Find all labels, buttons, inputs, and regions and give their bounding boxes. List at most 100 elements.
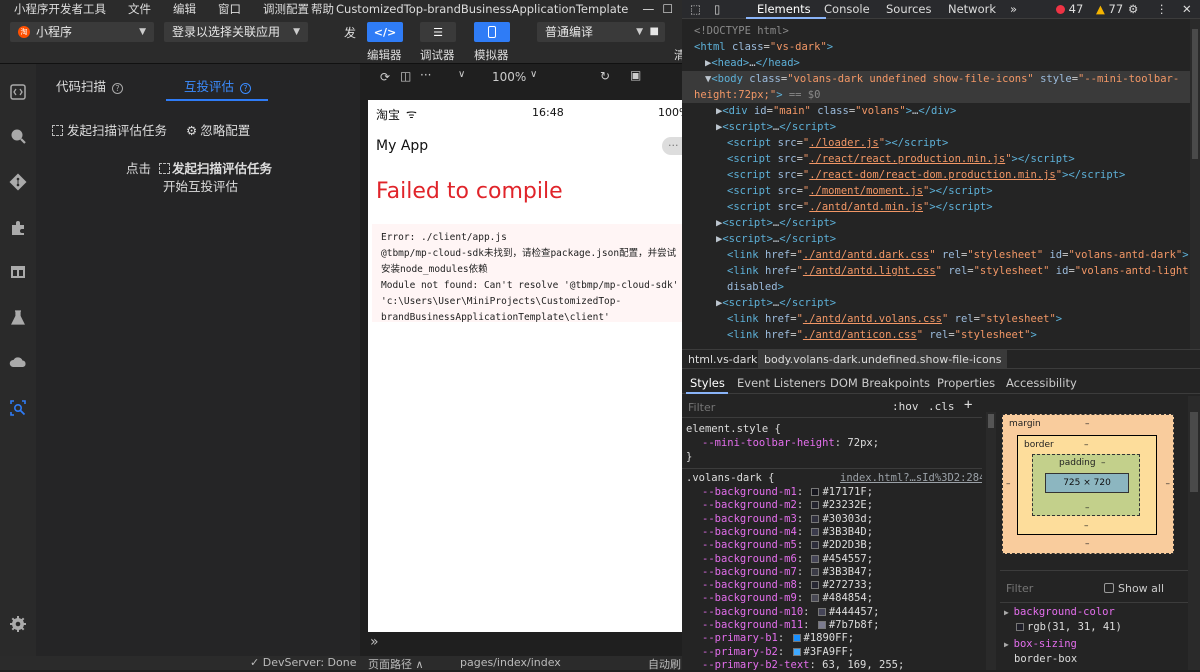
box-pane-scrollbar[interactable] xyxy=(1188,396,1200,670)
color-swatch[interactable] xyxy=(811,527,820,536)
css-variable[interactable]: --background-m2: #23232E; xyxy=(702,499,873,512)
menu-settings[interactable]: 调测配置 xyxy=(263,1,309,17)
dom-node-line[interactable]: <html class="vs-dark"> xyxy=(682,39,1190,55)
chevron-down-icon[interactable]: ∨ xyxy=(458,69,465,80)
checkbox[interactable] xyxy=(1104,583,1114,593)
css-variable[interactable]: --primary-b2: #3FA9FF; xyxy=(702,646,854,659)
refresh-icon[interactable]: ↻ xyxy=(600,69,610,83)
style-property[interactable]: --mini-toolbar-height: 72px; xyxy=(702,437,879,450)
css-variable[interactable]: --background-m5: #2D2D3B; xyxy=(702,539,873,552)
gear-icon[interactable]: ⚙ xyxy=(1128,2,1138,16)
start-scan-action[interactable]: 发起扫描评估任务 xyxy=(52,120,167,139)
tab-accessibility[interactable]: Accessibility xyxy=(1006,376,1077,390)
hover-state-toggle[interactable]: :hov xyxy=(892,400,919,413)
more-icon[interactable]: ··· xyxy=(420,68,431,82)
color-swatch[interactable] xyxy=(792,647,801,656)
plugin-icon[interactable] xyxy=(8,218,28,238)
breadcrumb-body[interactable]: body.volans-dark.undefined.show-file-ico… xyxy=(758,350,1008,368)
publish-label[interactable]: 发 xyxy=(344,24,356,41)
rule-source-link[interactable]: index.html?…sId%3D2:284 xyxy=(840,472,982,485)
css-variable[interactable]: --background-m3: #30303d; xyxy=(702,513,873,526)
box-border[interactable]: border – – padding – – 725 × 720 xyxy=(1017,435,1157,535)
zoom-level[interactable]: 100% xyxy=(492,70,526,84)
tab-styles[interactable]: Styles xyxy=(690,376,725,390)
dom-node-line[interactable]: <script src="./moment/moment.js"></scrip… xyxy=(682,183,1190,199)
login-dropdown[interactable]: 登录以选择关联应用 ▼ xyxy=(164,22,308,42)
dom-node-line[interactable]: ▶<script>…</script> xyxy=(682,295,1190,311)
help-icon[interactable]: ? xyxy=(240,83,251,94)
tab-sources[interactable]: Sources xyxy=(886,2,932,16)
more-tabs-icon[interactable]: » xyxy=(1010,2,1017,16)
dom-node-line[interactable]: ▶<script>…</script> xyxy=(682,231,1190,247)
test-flask-icon[interactable] xyxy=(8,308,28,328)
code-icon[interactable] xyxy=(8,82,28,102)
dom-node-line[interactable]: ▼<body class="volans-dark undefined show… xyxy=(682,71,1190,87)
close-icon[interactable]: ✕ xyxy=(1182,2,1192,16)
css-variable[interactable]: --background-m9: #484854; xyxy=(702,592,873,605)
dom-node-line[interactable]: ▶<div id="main" class="volans">…</div> xyxy=(682,103,1190,119)
dom-node-line[interactable]: <!DOCTYPE html> xyxy=(682,23,1190,39)
menu-edit[interactable]: 编辑 xyxy=(173,1,196,17)
tab-network[interactable]: Network xyxy=(948,2,996,16)
editor-button[interactable]: </> xyxy=(367,22,403,42)
inspect-icon[interactable]: ⬚ xyxy=(690,2,701,16)
color-swatch[interactable] xyxy=(817,607,826,616)
color-swatch[interactable] xyxy=(1016,623,1024,631)
maximize-button[interactable]: ☐ xyxy=(662,2,673,16)
dom-node-line[interactable]: <script src="./react-dom/react-dom.produ… xyxy=(682,167,1190,183)
cloud-icon[interactable] xyxy=(8,352,28,372)
css-variable[interactable]: --background-m6: #454557; xyxy=(702,553,873,566)
dom-node-line[interactable]: <link href="./antd/antd.dark.css" rel="s… xyxy=(682,247,1190,263)
box-content[interactable]: 725 × 720 xyxy=(1045,473,1129,493)
color-swatch[interactable] xyxy=(811,541,820,550)
menu-file[interactable]: 文件 xyxy=(128,1,151,17)
box-padding[interactable]: padding – – 725 × 720 xyxy=(1032,454,1140,516)
debugger-button[interactable]: ☰ xyxy=(420,22,456,42)
dom-node-line[interactable]: ▶<script>…</script> xyxy=(682,215,1190,231)
stop-icon[interactable]: ■ xyxy=(650,22,659,42)
dom-node-line[interactable]: <link href="./antd/antd.light.css" rel="… xyxy=(682,263,1190,279)
gear-icon[interactable] xyxy=(8,614,28,634)
color-swatch[interactable] xyxy=(792,634,801,643)
dom-scrollbar[interactable] xyxy=(1190,19,1200,349)
computed-filter-input[interactable] xyxy=(1002,580,1102,596)
tab-elements[interactable]: Elements xyxy=(757,2,811,16)
error-count[interactable]: 47 xyxy=(1056,2,1083,16)
color-swatch[interactable] xyxy=(811,554,820,563)
tab-cross-assessment[interactable]: 互投评估 ? xyxy=(184,76,251,95)
dom-node-line[interactable]: <script src="./react/react.production.mi… xyxy=(682,151,1190,167)
dom-node-line[interactable]: <link href="./antd/antd.volans.css" rel=… xyxy=(682,311,1190,327)
simulator-button[interactable] xyxy=(474,22,510,42)
show-all-toggle[interactable]: Show all xyxy=(1104,582,1164,595)
hint-action[interactable]: 发起扫描评估任务 xyxy=(172,161,272,176)
help-icon[interactable]: ? xyxy=(112,83,123,94)
dom-node-line[interactable]: <link href="./antd/anticon.css" rel="sty… xyxy=(682,327,1190,343)
styles-filter-input[interactable] xyxy=(684,399,880,415)
color-swatch[interactable] xyxy=(817,621,826,629)
warning-count[interactable]: ▲ 77 xyxy=(1096,2,1123,16)
color-swatch[interactable] xyxy=(811,581,820,590)
device-toggle-icon[interactable]: ▯ xyxy=(714,2,720,16)
kebab-menu-icon[interactable]: ⋮ xyxy=(1156,2,1168,16)
menu-help[interactable]: 帮助 xyxy=(311,1,334,17)
phone-frame-icon[interactable]: ▣ xyxy=(630,68,641,82)
css-variable[interactable]: --primary-b1: #1890FF; xyxy=(702,632,854,645)
devserver-status[interactable]: ✓ DevServer: Done xyxy=(250,656,357,669)
color-swatch[interactable] xyxy=(811,514,820,523)
color-swatch[interactable] xyxy=(811,594,820,603)
tab-code-scan[interactable]: 代码扫描 ? xyxy=(56,76,123,95)
css-variable[interactable]: --background-m8: #272733; xyxy=(702,579,873,592)
breadcrumb-html[interactable]: html.vs-dark xyxy=(688,353,757,366)
dom-node-line[interactable]: ▶<head>…</head> xyxy=(682,55,1190,71)
color-swatch[interactable] xyxy=(811,501,820,510)
search-icon[interactable] xyxy=(8,126,28,146)
css-variable[interactable]: --background-m1: #17171F; xyxy=(702,486,873,499)
css-variable[interactable]: --background-m7: #3B3B47; xyxy=(702,566,873,579)
computed-property[interactable]: ▶ background-color xyxy=(1004,605,1122,620)
add-rule-icon[interactable]: + xyxy=(964,397,972,413)
capsule-menu-button[interactable]: ··· xyxy=(662,137,682,155)
compile-mode-dropdown[interactable]: 普通编译 ▼ ■ xyxy=(537,22,665,42)
box-margin[interactable]: margin – – – – border – – padding – – 72… xyxy=(1002,414,1174,554)
css-variable[interactable]: --background-m4: #3B3B4D; xyxy=(702,526,873,539)
tab-event-listeners[interactable]: Event Listeners xyxy=(737,376,826,390)
